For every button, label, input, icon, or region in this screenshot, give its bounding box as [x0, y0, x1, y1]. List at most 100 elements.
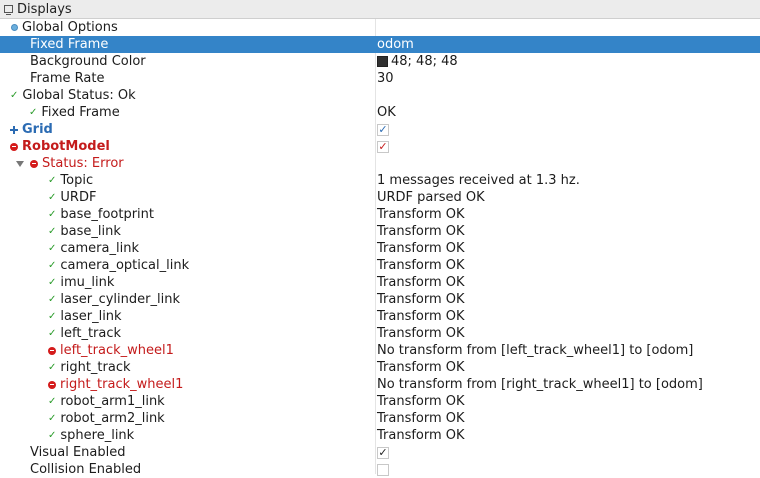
link-row[interactable]: ✓ camera_link Transform OK	[0, 240, 760, 257]
link-status-value: Transform OK	[377, 207, 465, 222]
check-icon: ✓	[29, 107, 38, 118]
check-icon: ✓	[48, 311, 57, 322]
global-options-icon	[11, 24, 18, 31]
check-icon: ✓	[48, 260, 57, 271]
link-row[interactable]: ✓ right_track Transform OK	[0, 359, 760, 376]
urdf-label: URDF	[60, 190, 97, 205]
background-color-label: Background Color	[30, 54, 146, 69]
global-status-row[interactable]: ✓ Global Status: Ok	[0, 87, 760, 104]
link-row[interactable]: ✓ imu_link Transform OK	[0, 274, 760, 291]
background-color-value: 48; 48; 48	[391, 54, 458, 69]
link-status-value: Transform OK	[377, 360, 465, 375]
check-icon: ✓	[48, 243, 57, 254]
link-status-value: Transform OK	[377, 428, 465, 443]
check-icon: ✓	[48, 396, 57, 407]
gs-fixed-frame-label: Fixed Frame	[41, 105, 120, 120]
link-row[interactable]: ✓ base_footprint Transform OK	[0, 206, 760, 223]
link-row[interactable]: ✓ left_track Transform OK	[0, 325, 760, 342]
check-icon: ✓	[48, 430, 57, 441]
link-label: left_track_wheel1	[60, 343, 174, 358]
link-label: sphere_link	[60, 428, 135, 443]
link-label: laser_link	[60, 309, 122, 324]
link-label: camera_link	[60, 241, 139, 256]
urdf-value: URDF parsed OK	[377, 190, 485, 205]
link-row[interactable]: ✓ laser_link Transform OK	[0, 308, 760, 325]
link-row[interactable]: ✓ camera_optical_link Transform OK	[0, 257, 760, 274]
panel-title: Displays	[17, 1, 72, 17]
collision-enabled-label: Collision Enabled	[30, 462, 142, 477]
robot-model-row[interactable]: RobotModel ✓	[0, 138, 760, 155]
grid-label: Grid	[22, 122, 53, 137]
background-color-value-cell[interactable]: 48; 48; 48	[377, 53, 458, 70]
check-icon: ✓	[48, 277, 57, 288]
check-icon: ✓	[48, 328, 57, 339]
frame-rate-row[interactable]: Frame Rate 30	[0, 70, 760, 87]
link-row[interactable]: ✓ laser_cylinder_link Transform OK	[0, 291, 760, 308]
check-icon: ✓	[48, 192, 57, 203]
displays-panel-titlebar: Displays	[0, 0, 760, 19]
link-row[interactable]: ✓ robot_arm2_link Transform OK	[0, 410, 760, 427]
link-label: right_track	[60, 360, 131, 375]
global-options-row[interactable]: Global Options	[0, 19, 760, 36]
link-label: camera_optical_link	[60, 258, 190, 273]
link-status-value: No transform from [left_track_wheel1] to…	[377, 343, 694, 358]
fixed-frame-label: Fixed Frame	[30, 37, 109, 52]
collision-enabled-row[interactable]: Collision Enabled	[0, 461, 760, 478]
global-status-label: Global Status: Ok	[22, 88, 136, 103]
link-row[interactable]: ✓ sphere_link Transform OK	[0, 427, 760, 444]
link-status-value: Transform OK	[377, 224, 465, 239]
frame-rate-label: Frame Rate	[30, 71, 105, 86]
check-icon: ✓	[48, 209, 57, 220]
link-label: robot_arm1_link	[60, 394, 165, 409]
panel-window-icon	[4, 5, 13, 15]
link-row[interactable]: left_track_wheel1 No transform from [left…	[0, 342, 760, 359]
error-circle-icon	[10, 142, 18, 151]
link-status-value: Transform OK	[377, 411, 465, 426]
link-label: base_footprint	[60, 207, 155, 222]
grid-enabled-checkbox[interactable]: ✓	[377, 123, 389, 136]
status-error-row[interactable]: Status: Error	[0, 155, 760, 172]
robot-model-enabled-checkbox[interactable]: ✓	[377, 140, 389, 153]
background-color-row[interactable]: Background Color 48; 48; 48	[0, 53, 760, 70]
urdf-row[interactable]: ✓ URDF URDF parsed OK	[0, 189, 760, 206]
global-options-label: Global Options	[22, 20, 118, 35]
global-status-fixed-frame-row[interactable]: ✓ Fixed Frame OK	[0, 104, 760, 121]
check-icon: ✓	[48, 226, 57, 237]
link-label: imu_link	[60, 275, 115, 290]
link-status-value: Transform OK	[377, 326, 465, 341]
check-icon: ✓	[48, 362, 57, 373]
link-label: laser_cylinder_link	[60, 292, 180, 307]
error-circle-icon	[48, 380, 56, 389]
link-status-value: Transform OK	[377, 275, 465, 290]
link-status-value: Transform OK	[377, 394, 465, 409]
link-row[interactable]: ✓ robot_arm1_link Transform OK	[0, 393, 760, 410]
robot-model-label: RobotModel	[22, 139, 110, 154]
fixed-frame-row[interactable]: Fixed Frame odom	[0, 36, 760, 53]
visual-enabled-row[interactable]: Visual Enabled ✓	[0, 444, 760, 461]
gs-fixed-frame-value: OK	[377, 105, 396, 120]
status-error-label: Status: Error	[42, 156, 124, 171]
link-label: left_track	[60, 326, 122, 341]
link-label: base_link	[60, 224, 121, 239]
link-row[interactable]: right_track_wheel1 No transform from [rig…	[0, 376, 760, 393]
link-label: robot_arm2_link	[60, 411, 165, 426]
color-swatch[interactable]	[377, 56, 388, 67]
link-row[interactable]: ✓ base_link Transform OK	[0, 223, 760, 240]
grid-row[interactable]: Grid ✓	[0, 121, 760, 138]
grid-icon	[10, 125, 18, 134]
displays-tree: Global Options Fixed Frame odom Backgrou…	[0, 19, 760, 478]
link-status-value: Transform OK	[377, 258, 465, 273]
check-icon: ✓	[48, 413, 57, 424]
fixed-frame-value[interactable]: odom	[377, 36, 414, 53]
frame-rate-value[interactable]: 30	[377, 70, 394, 87]
visual-enabled-label: Visual Enabled	[30, 445, 126, 460]
expand-arrow-icon[interactable]	[16, 160, 24, 167]
link-status-value: No transform from [right_track_wheel1] t…	[377, 377, 703, 392]
visual-enabled-checkbox[interactable]: ✓	[377, 446, 389, 459]
topic-label: Topic	[60, 173, 94, 188]
link-status-value: Transform OK	[377, 309, 465, 324]
error-circle-icon	[30, 159, 38, 168]
check-icon: ✓	[10, 90, 19, 101]
check-icon: ✓	[48, 294, 57, 305]
topic-row[interactable]: ✓ Topic 1 messages received at 1.3 hz.	[0, 172, 760, 189]
